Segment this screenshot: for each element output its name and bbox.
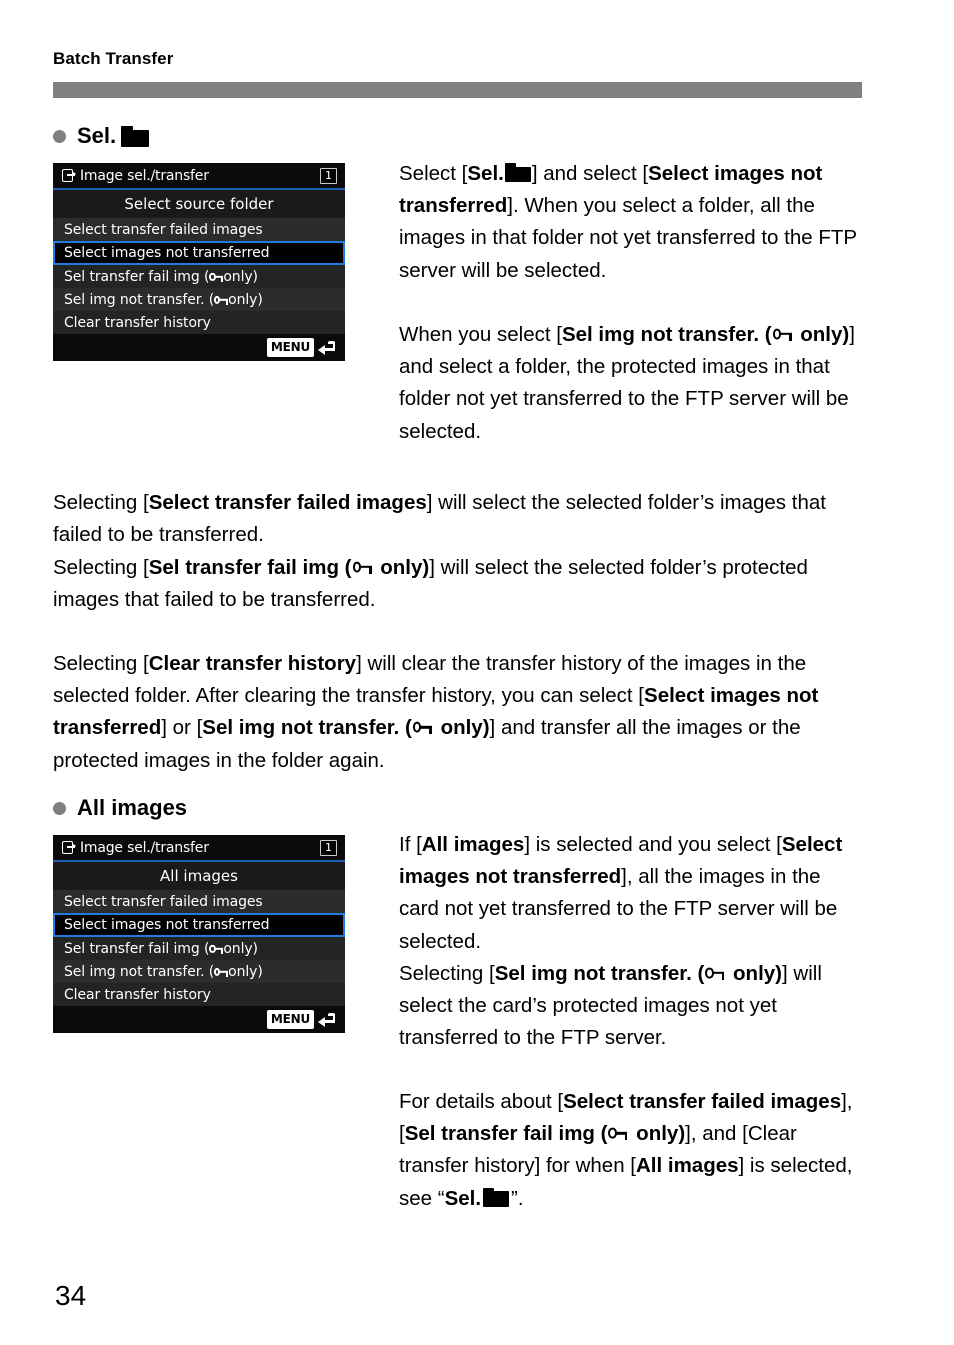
menu-item-clear-transfer-history[interactable]: Clear transfer history: [53, 983, 345, 1006]
return-arrow-icon: [318, 1012, 335, 1027]
protect-key-icon: [772, 326, 792, 342]
camera-menu-panel-sel-folder: Image sel./transfer 1 Select source fold…: [53, 163, 345, 361]
menu-item-label: Select transfer failed images: [64, 893, 263, 910]
menu-item-select-images-not-transferred[interactable]: Select images not transferred: [53, 241, 345, 265]
card-slot-badge-icon: 1: [320, 167, 337, 184]
section-heading-sel-folder: Sel.: [53, 123, 150, 149]
image-transfer-icon: [62, 169, 78, 182]
protect-key-icon: [214, 294, 229, 306]
bullet-icon: [53, 129, 66, 143]
camera-menu-panel-all-images: Image sel./transfer 1 All images Select …: [53, 835, 345, 1033]
paragraph-sel-folder-intro: Select [Sel.] and select [Select images …: [399, 162, 857, 282]
menu-item-label: Clear transfer history: [64, 314, 211, 331]
paragraph-all-images-protected: Selecting [Sel img not transfer. ( only)…: [399, 962, 822, 1050]
menu-item-label: Sel img not transfer. (: [64, 291, 215, 308]
menu-item-label: Select transfer failed images: [64, 221, 263, 238]
paragraph-sel-transfer-fail-protected: Selecting [Sel transfer fail img ( only)…: [53, 556, 808, 612]
card-slot-badge-icon: 1: [320, 839, 337, 856]
menu-subtitle: Select source folder: [53, 190, 345, 218]
protect-key-icon: [608, 1125, 628, 1141]
folder-icon: [504, 163, 531, 182]
menu-item-label: Sel transfer fail img (: [64, 268, 210, 285]
paragraph-all-images-details: For details about [Select transfer faile…: [399, 1090, 853, 1210]
menu-button[interactable]: MENU: [266, 338, 314, 357]
menu-subtitle: All images: [53, 862, 345, 890]
menu-footer: MENU: [53, 334, 345, 361]
menu-title-bar: Image sel./transfer 1: [53, 835, 345, 862]
menu-item-label-tail: only): [228, 291, 263, 308]
protect-key-icon: [209, 271, 224, 283]
protect-key-icon: [352, 559, 372, 575]
paragraph-sel-folder-protected: When you select [Sel img not transfer. (…: [399, 323, 855, 443]
menu-item-label-tail: only): [228, 963, 263, 980]
menu-item-label: Clear transfer history: [64, 986, 211, 1003]
menu-item-sel-img-not-transfer-protected[interactable]: Sel img not transfer. ( only): [53, 960, 345, 983]
menu-button[interactable]: MENU: [266, 1010, 314, 1029]
section-heading-label: Sel.: [77, 123, 117, 148]
image-transfer-icon: [62, 841, 78, 854]
paragraph-all-images-intro: If [All images] is selected and you sele…: [399, 833, 843, 953]
menu-item-sel-img-not-transfer-protected[interactable]: Sel img not transfer. ( only): [53, 288, 345, 311]
section-heading-label: All images: [77, 795, 188, 820]
menu-title-bar: Image sel./transfer 1: [53, 163, 345, 190]
menu-footer: MENU: [53, 1006, 345, 1033]
section-heading-all-images: All images: [53, 795, 187, 821]
menu-item-clear-transfer-history[interactable]: Clear transfer history: [53, 311, 345, 334]
menu-item-sel-transfer-fail-img-protected[interactable]: Sel transfer fail img ( only): [53, 937, 345, 960]
menu-item-select-transfer-failed-images[interactable]: Select transfer failed images: [53, 218, 345, 241]
folder-icon: [121, 125, 150, 147]
running-head: Batch Transfer: [53, 49, 174, 68]
protect-key-icon: [705, 965, 725, 981]
bullet-icon: [53, 801, 66, 815]
paragraph-clear-transfer-history: Selecting [Clear transfer history] will …: [53, 652, 819, 772]
menu-item-label: Select images not transferred: [64, 917, 270, 933]
menu-item-select-images-not-transferred[interactable]: Select images not transferred: [53, 913, 345, 937]
page-number: 34: [55, 1280, 87, 1311]
menu-item-label-tail: only): [223, 940, 258, 957]
menu-title: Image sel./transfer: [80, 167, 209, 184]
protect-key-icon: [209, 943, 224, 955]
menu-title: Image sel./transfer: [80, 839, 209, 856]
paragraph-select-transfer-failed: Selecting [Select transfer failed images…: [53, 491, 826, 547]
return-arrow-icon: [318, 340, 335, 355]
folder-icon: [483, 1187, 510, 1207]
menu-item-sel-transfer-fail-img-protected[interactable]: Sel transfer fail img ( only): [53, 265, 345, 288]
menu-item-label: Sel transfer fail img (: [64, 940, 210, 957]
menu-item-label: Sel img not transfer. (: [64, 963, 215, 980]
protect-key-icon: [214, 966, 229, 978]
menu-item-select-transfer-failed-images[interactable]: Select transfer failed images: [53, 890, 345, 913]
protect-key-icon: [412, 719, 432, 735]
menu-item-label: Select images not transferred: [64, 245, 270, 261]
header-rule-bar: [53, 82, 862, 98]
menu-item-label-tail: only): [223, 268, 258, 285]
